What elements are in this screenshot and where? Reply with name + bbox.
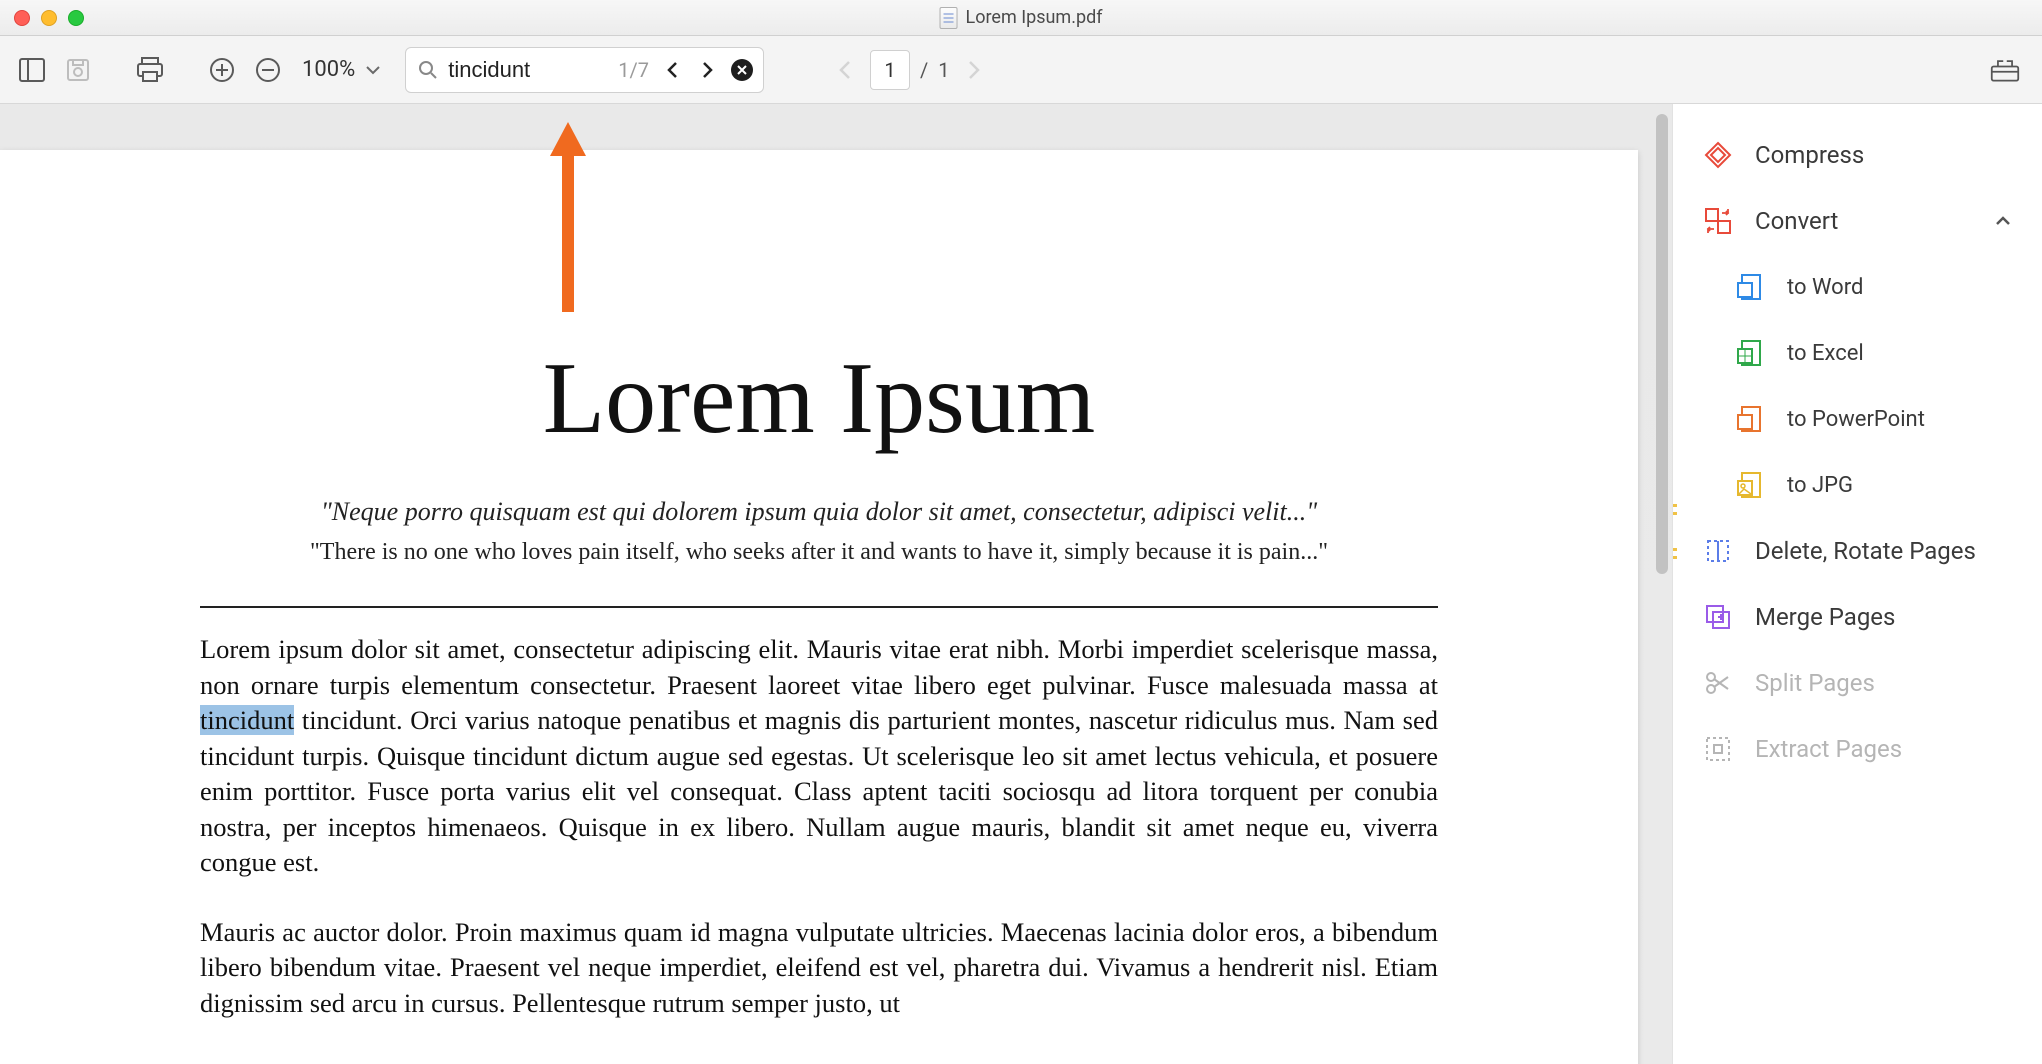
window-title-text: Lorem Ipsum.pdf <box>966 7 1103 28</box>
powerpoint-icon <box>1735 404 1765 434</box>
search-clear-button[interactable] <box>731 59 753 81</box>
current-page-input[interactable]: 1 <box>870 50 910 90</box>
sidebar-item-to-word[interactable]: to Word <box>1673 254 2042 320</box>
sidebar-item-label: to Word <box>1787 275 1863 300</box>
main-area: Lorem Ipsum "Neque porro quisquam est qu… <box>0 104 2042 1064</box>
search-next-button[interactable] <box>695 57 721 83</box>
search-result-count: 1/7 <box>618 58 649 82</box>
merge-icon <box>1703 602 1733 632</box>
sidebar-item-merge[interactable]: Merge Pages <box>1673 584 2042 650</box>
sidebar-item-label: Compress <box>1755 141 1864 169</box>
paragraph-1: Lorem ipsum dolor sit amet, consectetur … <box>200 632 1438 881</box>
word-icon <box>1735 272 1765 302</box>
document-icon <box>940 7 958 29</box>
sidebar-toggle-button[interactable] <box>12 50 52 90</box>
print-button[interactable] <box>130 50 170 90</box>
prev-page-button[interactable] <box>830 58 860 82</box>
extract-icon <box>1703 734 1733 764</box>
sidebar-item-compress[interactable]: Compress <box>1673 122 2042 188</box>
sidebar-item-split[interactable]: Split Pages <box>1673 650 2042 716</box>
save-button[interactable] <box>58 50 98 90</box>
maximize-window-button[interactable] <box>68 10 84 26</box>
sidebar-item-to-jpg[interactable]: to JPG <box>1673 452 2042 518</box>
paragraph-2: Mauris ac auctor dolor. Proin maximus qu… <box>200 915 1438 1022</box>
toolbar: 100% 1/7 1 / 1 <box>0 36 2042 104</box>
zoom-in-button[interactable] <box>202 50 242 90</box>
toolbox-button[interactable] <box>1990 50 2030 90</box>
sidebar-item-to-excel[interactable]: to Excel <box>1673 320 2042 386</box>
sidebar-item-label: to Excel <box>1787 341 1864 366</box>
next-page-button[interactable] <box>959 58 989 82</box>
sidebar-resize-handle[interactable] <box>1672 542 1677 568</box>
minimize-window-button[interactable] <box>41 10 57 26</box>
window-controls <box>0 10 84 26</box>
page-navigation: 1 / 1 <box>830 50 990 90</box>
total-pages: 1 <box>938 58 949 82</box>
sidebar-item-label: Extract Pages <box>1755 735 1902 763</box>
sidebar-item-convert[interactable]: Convert <box>1673 188 2042 254</box>
zoom-level-dropdown[interactable]: 100% <box>294 57 385 82</box>
compress-icon <box>1703 140 1733 170</box>
page-separator: / <box>920 58 928 82</box>
search-input[interactable] <box>448 57 608 83</box>
window-titlebar: Lorem Ipsum.pdf <box>0 0 2042 36</box>
window-title: Lorem Ipsum.pdf <box>940 7 1103 29</box>
vertical-scrollbar[interactable] <box>1656 114 1668 574</box>
search-box: 1/7 <box>405 47 764 93</box>
search-icon <box>418 60 438 80</box>
sidebar-resize-handle[interactable] <box>1672 498 1677 524</box>
document-heading: Lorem Ipsum <box>200 340 1438 457</box>
sidebar-item-to-powerpoint[interactable]: to PowerPoint <box>1673 386 2042 452</box>
sidebar-item-label: to PowerPoint <box>1787 407 1925 432</box>
zoom-controls: 100% <box>202 50 385 90</box>
sidebar-item-delete-rotate[interactable]: Delete, Rotate Pages <box>1673 518 2042 584</box>
chevron-down-icon <box>365 65 381 75</box>
jpg-icon <box>1735 470 1765 500</box>
sidebar-item-extract[interactable]: Extract Pages <box>1673 716 2042 782</box>
tools-sidebar: Compress Convert to Word to Excel to Pow… <box>1672 104 2042 1064</box>
document-quote-latin: "Neque porro quisquam est qui dolorem ip… <box>200 497 1438 527</box>
excel-icon <box>1735 338 1765 368</box>
horizontal-rule <box>200 606 1438 608</box>
search-highlight: tincidunt <box>200 705 294 735</box>
convert-icon <box>1703 206 1733 236</box>
zoom-out-button[interactable] <box>248 50 288 90</box>
search-prev-button[interactable] <box>659 57 685 83</box>
split-icon <box>1703 668 1733 698</box>
document-viewport[interactable]: Lorem Ipsum "Neque porro quisquam est qu… <box>0 104 1672 1064</box>
sidebar-item-label: to JPG <box>1787 473 1853 498</box>
sidebar-item-label: Merge Pages <box>1755 603 1895 631</box>
sidebar-item-label: Split Pages <box>1755 669 1875 697</box>
close-window-button[interactable] <box>14 10 30 26</box>
zoom-level-text: 100% <box>302 57 355 82</box>
delete-rotate-icon <box>1703 536 1733 566</box>
pdf-page: Lorem Ipsum "Neque porro quisquam est qu… <box>0 150 1638 1064</box>
chevron-up-icon <box>1994 215 2012 227</box>
document-quote-english: "There is no one who loves pain itself, … <box>200 539 1438 566</box>
sidebar-item-label: Convert <box>1755 207 1838 235</box>
sidebar-item-label: Delete, Rotate Pages <box>1755 537 1976 565</box>
